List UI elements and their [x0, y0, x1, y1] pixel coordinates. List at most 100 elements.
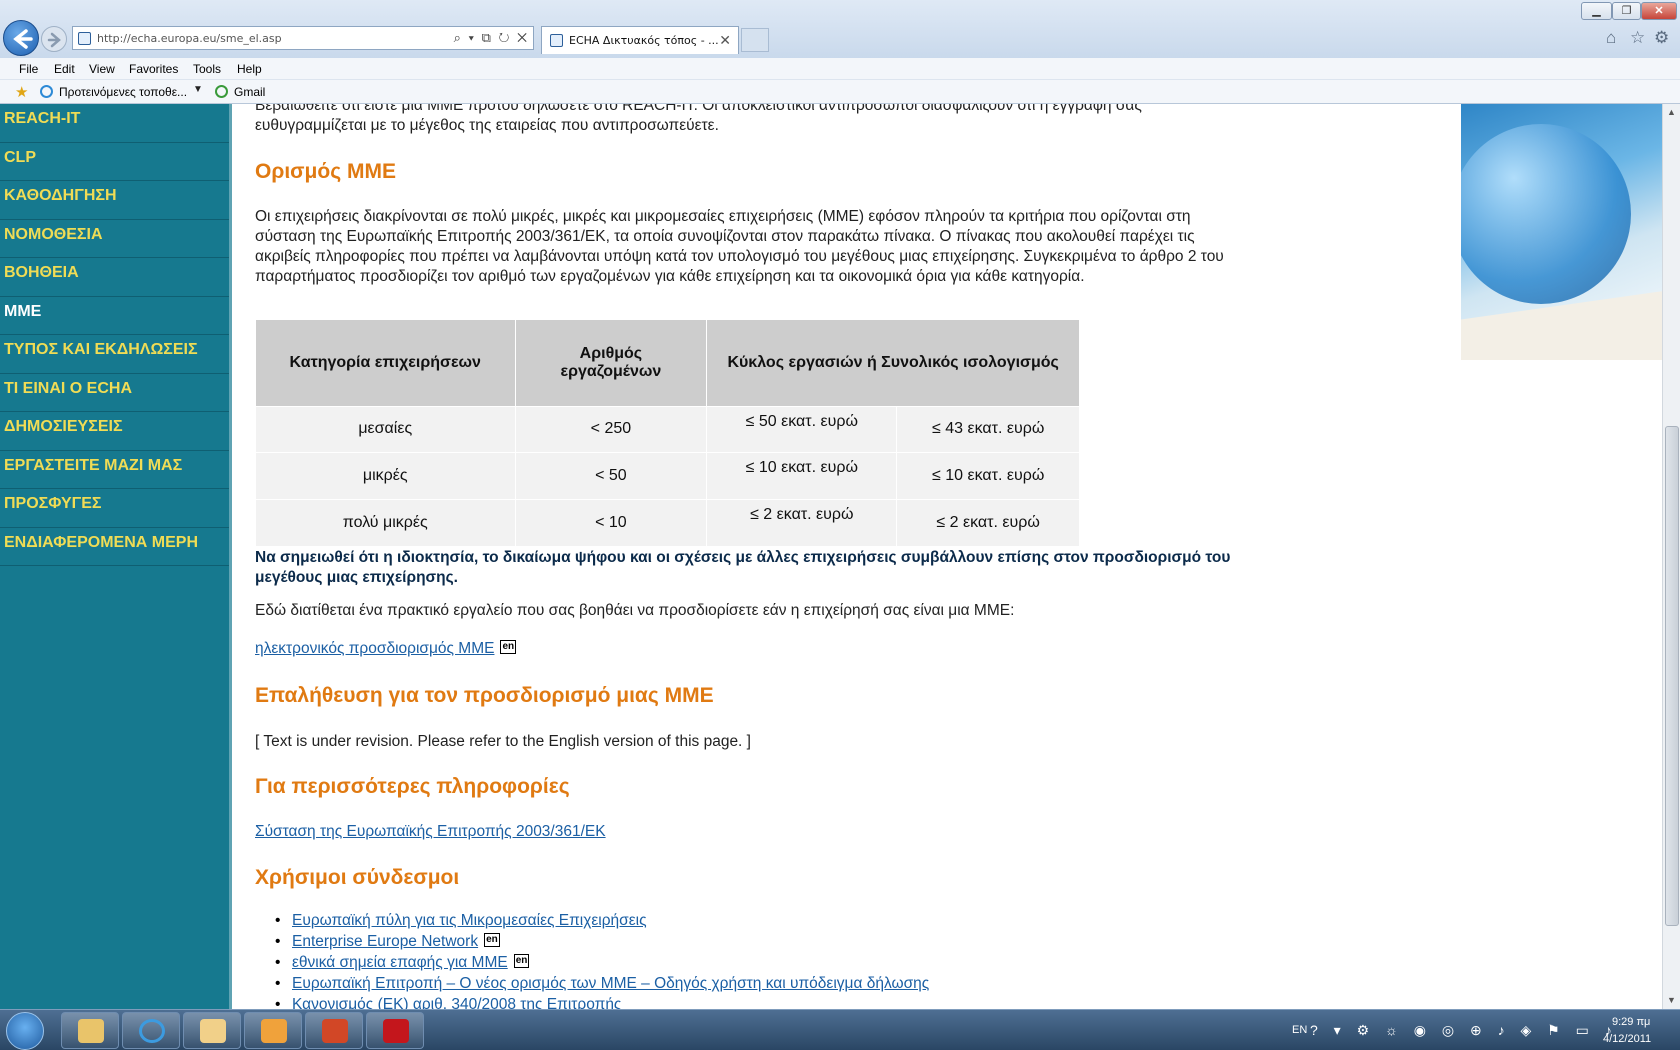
list-item: • Enterprise Europe Network en — [275, 933, 500, 951]
sidebar-nav: REACH-IT CLP ΚΑΘΟΔΗΓΗΣΗ ΝΟΜΟΘΕΣΙΑ ΒΟΗΘΕΙ… — [0, 104, 229, 1009]
scroll-thumb[interactable] — [1665, 426, 1679, 926]
tab-title: ECHA Δικτυακός τόπος - ... — [569, 34, 719, 47]
home-icon[interactable]: ⌂ — [1606, 28, 1616, 48]
taskbar-internet-explorer[interactable] — [122, 1012, 180, 1049]
table-header-employees: Αριθμός εργαζομένων — [515, 320, 708, 406]
menu-favorites[interactable]: Favorites — [129, 62, 178, 76]
sme-tool-link[interactable]: ηλεκτρονικός προσδιορισμός ΜΜΕ — [255, 640, 494, 657]
arrow-right-icon — [47, 32, 61, 48]
table-cell-turnover: ≤ 10 εκατ. ευρώ — [706, 452, 898, 500]
sidebar-item-clp[interactable]: CLP — [0, 143, 229, 181]
menu-bar: File Edit View Favorites Tools Help — [0, 58, 1680, 80]
taskbar-explorer[interactable] — [61, 1012, 119, 1049]
list-item: • εθνικά σημεία επαφής για ΜΜΕ en — [275, 954, 530, 972]
scroll-up-icon[interactable]: ▲ — [1663, 104, 1680, 121]
arrow-left-icon — [13, 29, 33, 49]
gmail-favicon-icon — [215, 85, 228, 98]
sidebar-item-help[interactable]: ΒΟΗΘΕΙΑ — [0, 258, 229, 297]
favorites-bar: ★ Προτεινόμενες τοποθε... ▼ Gmail — [0, 80, 1680, 104]
tab-close-icon[interactable]: ✕ — [719, 32, 731, 49]
recommendation-link[interactable]: Σύσταση της Ευρωπαϊκής Επιτροπής 2003/36… — [255, 823, 606, 840]
address-url: http://echa.europa.eu/sme_el.asp — [97, 32, 282, 45]
sidebar-item-reach-it[interactable]: REACH-IT — [0, 104, 229, 143]
table-cell-category: μικρές — [256, 452, 516, 500]
close-window-button[interactable]: ✕ — [1641, 2, 1677, 20]
list-item: • Κανονισμός (ΕΚ) αριθ. 340/2008 της Επι… — [275, 996, 621, 1009]
menu-help[interactable]: Help — [237, 62, 262, 76]
menu-view[interactable]: View — [89, 62, 115, 76]
useful-link-sme-portal[interactable]: Ευρωπαϊκή πύλη για τις Μικρομεσαίες Επιχ… — [292, 912, 647, 929]
heading-more-info: Για περισσότερες πληροφορίες — [255, 775, 570, 798]
clock-date[interactable]: 4/12/2011 — [1603, 1033, 1651, 1045]
sidebar-item-stakeholders[interactable]: ΕΝΔΙΑΦΕΡΟΜΕΝΑ ΜΕΡΗ — [0, 528, 229, 566]
list-item: • Ευρωπαϊκή πύλη για τις Μικρομεσαίες Επ… — [275, 912, 647, 930]
decorative-dna-image — [1461, 104, 1662, 360]
windows-taskbar: EN ? ▾ ⚙ ☼ ◉ ◎ ⊕ ♪ ◈ ⚑ ▭ ♪ 9:29 πμ 4/12/… — [0, 1009, 1680, 1050]
sidebar-item-sme[interactable]: ΜΜΕ — [0, 297, 229, 335]
english-language-icon: en — [513, 954, 530, 968]
english-language-icon: en — [484, 933, 500, 947]
folder-icon — [78, 1019, 104, 1043]
table-cell-balance: ≤ 43 εκατ. ευρώ — [896, 405, 1080, 453]
settings-gear-icon[interactable]: ⚙ — [1654, 28, 1669, 48]
revision-notice: [ Text is under revision. Please refer t… — [255, 733, 751, 750]
back-button[interactable] — [3, 20, 39, 56]
intro-text-cut: Βεβαιωθείτε ότι είστε μια ΜΜΕ πρoτού δηλ… — [255, 104, 1142, 114]
add-favorite-star-icon[interactable]: ★ — [15, 83, 28, 101]
sidebar-item-legislation[interactable]: ΝΟΜΟΘΕΣΙΑ — [0, 220, 229, 258]
taskbar-powerpoint[interactable] — [305, 1012, 363, 1049]
favorites-star-icon[interactable]: ☆ — [1630, 28, 1645, 48]
menu-tools[interactable]: Tools — [193, 62, 221, 76]
definition-line-3: ακριβείς πληροφορίες που πρέπει να λαμβά… — [255, 248, 1224, 265]
table-cell-balance: ≤ 10 εκατ. ευρώ — [896, 452, 1080, 500]
table-header-turnover-balance: Κύκλος εργασιών ή Συνολικός ισολογισμός — [706, 320, 1080, 406]
clock-time[interactable]: 9:29 πμ — [1612, 1016, 1650, 1028]
menu-edit[interactable]: Edit — [54, 62, 75, 76]
scroll-down-icon[interactable]: ▼ — [1663, 992, 1680, 1009]
address-tools-icon[interactable]: ⌕ ▾ ⧉ ↻ ✕ — [454, 30, 529, 46]
sidebar-item-appeals[interactable]: ΠΡΟΣΦΥΓΕΣ — [0, 489, 229, 528]
heading-sme-definition: Ορισμός ΜΜΕ — [255, 160, 396, 183]
ie-icon — [40, 85, 53, 98]
vertical-scrollbar[interactable]: ▲ ▼ — [1662, 104, 1680, 1009]
definition-line-4: παραρτήματος προσδιορίζει τον αριθμό των… — [255, 268, 1085, 285]
ownership-note-line-1: Να σημειωθεί ότι η ιδιοκτησία, το δικαίω… — [255, 549, 1231, 566]
start-button[interactable] — [6, 1012, 44, 1050]
list-item: • Ευρωπαϊκή Επιτροπή – Ο νέος ορισμός τω… — [275, 975, 929, 993]
english-language-icon: en — [500, 640, 517, 654]
useful-link-regulation[interactable]: Κανονισμός (ΕΚ) αριθ. 340/2008 της Επιτρ… — [292, 996, 621, 1009]
restore-button[interactable]: ❐ — [1612, 2, 1641, 20]
sidebar-item-guidance[interactable]: ΚΑΘΟΔΗΓΗΣΗ — [0, 181, 229, 220]
useful-link-national-contacts[interactable]: εθνικά σημεία επαφής για ΜΜΕ — [292, 954, 508, 971]
bullet-icon: • — [275, 912, 281, 929]
tool-description: Εδώ διατίθεται ένα πρακτικό εργαλείο που… — [255, 602, 1015, 619]
useful-link-een[interactable]: Enterprise Europe Network — [292, 933, 478, 950]
browser-titlebar: http://echa.europa.eu/sme_el.asp ⌕ ▾ ⧉ ↻… — [0, 0, 1680, 58]
favorite-suggested-sites[interactable]: Προτεινόμενες τοποθε... — [59, 85, 187, 99]
minimize-button[interactable]: ▁ — [1581, 2, 1612, 20]
chevron-down-icon[interactable]: ▼ — [193, 84, 203, 95]
system-tray-icons[interactable]: ? ▾ ⚙ ☼ ◉ ◎ ⊕ ♪ ◈ ⚑ ▭ ♪ — [1310, 1022, 1618, 1039]
sidebar-item-press-events[interactable]: ΤΥΠΟΣ ΚΑΙ ΕΚΔΗΛΩΣΕΙΣ — [0, 335, 229, 374]
taskbar-media-player[interactable] — [244, 1012, 302, 1049]
ie-icon — [139, 1019, 165, 1043]
sme-criteria-table: Κατηγορία επιχειρήσεων Αριθμός εργαζομέν… — [256, 320, 1080, 546]
powerpoint-icon — [322, 1019, 348, 1043]
bullet-icon: • — [275, 933, 281, 950]
language-indicator[interactable]: EN — [1292, 1024, 1307, 1036]
sidebar-item-about-echa[interactable]: ΤΙ ΕΙΝΑΙ Ο ECHA — [0, 374, 229, 412]
favorite-gmail[interactable]: Gmail — [234, 85, 265, 99]
menu-file[interactable]: File — [19, 62, 38, 76]
address-bar[interactable]: http://echa.europa.eu/sme_el.asp ⌕ ▾ ⧉ ↻… — [72, 26, 534, 50]
new-tab-button[interactable] — [741, 28, 769, 52]
browser-tab[interactable]: ECHA Δικτυακός τόπος - ... ✕ — [541, 26, 739, 54]
table-cell-employees: < 250 — [515, 405, 708, 453]
useful-link-sme-guide[interactable]: Ευρωπαϊκή Επιτροπή – Ο νέος ορισμός των … — [292, 975, 929, 992]
taskbar-acrobat[interactable] — [366, 1012, 424, 1049]
forward-button[interactable] — [41, 26, 67, 52]
taskbar-outlook[interactable] — [183, 1012, 241, 1049]
sidebar-item-publications[interactable]: ΔΗΜΟΣΙΕΥΣΕΙΣ — [0, 412, 229, 451]
definition-line-2: σύσταση της Ευρωπαϊκής Επιτροπής 2003/36… — [255, 228, 1195, 245]
heading-useful-links: Χρήσιμοι σύνδεσμοι — [255, 866, 460, 889]
sidebar-item-jobs[interactable]: ΕΡΓΑΣΤΕΙΤΕ ΜΑΖΙ ΜΑΣ — [0, 451, 229, 489]
